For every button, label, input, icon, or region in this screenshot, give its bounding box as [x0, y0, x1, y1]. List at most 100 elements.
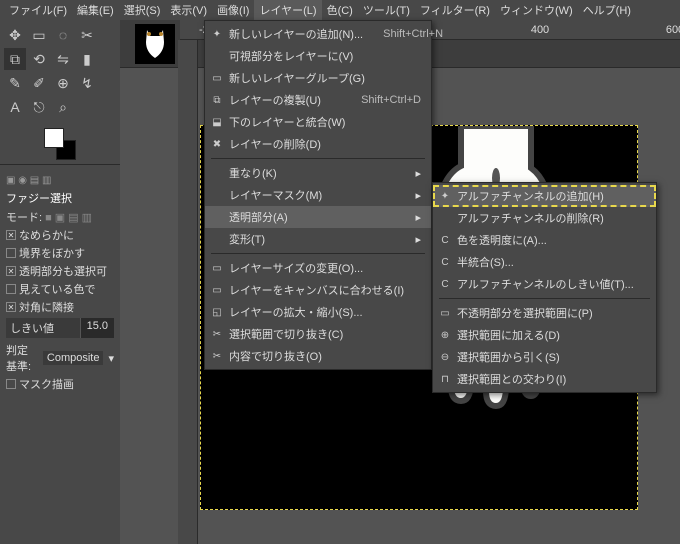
submenu-arrow-icon: ▸ — [395, 233, 421, 246]
menu-item[interactable]: ✖レイヤーの削除(D) — [205, 133, 431, 155]
menu-item: ✂ 選択範囲で切り抜き(C) — [205, 323, 431, 345]
option-checkbox[interactable]: 見えている色で — [6, 280, 114, 298]
path-tool[interactable]: ↯ — [76, 72, 98, 94]
menu-item[interactable]: 変形(T) ▸ — [205, 228, 431, 250]
menu-icon: ▭ — [210, 285, 224, 296]
menu-5[interactable]: レイヤー(L) — [254, 0, 321, 20]
brush-tool[interactable]: ✎ — [4, 72, 26, 94]
menu-item[interactable]: レイヤーマスク(M) ▸ — [205, 184, 431, 206]
menu-3[interactable]: 表示(V) — [165, 0, 212, 20]
menu-label: レイヤーの複製(U) — [229, 92, 321, 108]
cut-tool[interactable]: ✂ — [76, 24, 98, 46]
menu-8[interactable]: フィルター(R) — [415, 0, 495, 20]
submenu-arrow-icon: ▸ — [395, 189, 421, 202]
menu-2[interactable]: 選択(S) — [119, 0, 166, 20]
menu-icon: ⊓ — [438, 374, 452, 385]
threshold-input[interactable]: しきい値 15.0 — [6, 318, 114, 338]
menu-icon: ✦ — [438, 191, 452, 202]
transparency-submenu[interactable]: ✦アルファチャンネルの追加(H)アルファチャンネルの削除(R)C色を透明度に(A… — [432, 182, 657, 393]
menu-item: C アルファチャンネルのしきい値(T)... — [433, 273, 656, 295]
menu-icon: ⬓ — [210, 117, 224, 128]
menu-icon: C — [438, 279, 452, 290]
layer-menu[interactable]: ✦新しいレイヤーの追加(N)...Shift+Ctrl+N可視部分をレイヤーに(… — [204, 20, 432, 370]
image-thumbnail[interactable] — [135, 24, 175, 64]
mask-checkbox[interactable]: マスク描画 — [19, 376, 74, 392]
clone-tool[interactable]: ⊕ — [52, 72, 74, 94]
menu-label: 選択範囲に加える(D) — [457, 327, 560, 343]
option-checkbox[interactable]: 境界をぼかす — [6, 244, 114, 262]
menu-item: C半統合(S)... — [433, 251, 656, 273]
option-checkbox[interactable]: ✕対角に隣接 — [6, 298, 114, 316]
menu-label: 変形(T) — [229, 231, 265, 247]
menu-label: 新しいレイヤーグループ(G) — [229, 70, 365, 86]
menu-item[interactable]: ◱レイヤーの拡大・縮小(S)... — [205, 301, 431, 323]
menu-label: アルファチャンネルのしきい値(T)... — [457, 276, 634, 292]
menu-label: 選択範囲で切り抜き(C) — [229, 326, 343, 342]
menu-label: 重なり(K) — [229, 165, 277, 181]
move-tool[interactable]: ✥ — [4, 24, 26, 46]
menu-label: アルファチャンネルの追加(H) — [457, 188, 604, 204]
tool-grid: ✥ ▭ ◌ ✂ ⧉ ⟲ ⇋ ▮ ✎ ✐ ⊕ ↯ A ⎋ ⌕ — [0, 20, 120, 122]
menu-item[interactable]: 可視部分をレイヤーに(V) — [205, 45, 431, 67]
menu-10[interactable]: ヘルプ(H) — [578, 0, 636, 20]
menu-item[interactable]: ⧉ レイヤーの複製(U) Shift+Ctrl+D — [205, 89, 431, 111]
menu-item[interactable]: C 色を透明度に(A)... — [433, 229, 656, 251]
ruler-vertical — [178, 40, 198, 544]
rotate-tool[interactable]: ⟲ — [28, 48, 50, 70]
pencil-tool[interactable]: ✐ — [28, 72, 50, 94]
option-checkbox[interactable]: ✕なめらかに — [6, 226, 114, 244]
menu-item[interactable]: ▭レイヤーサイズの変更(O)... — [205, 257, 431, 279]
menu-item[interactable]: ⊕ 選択範囲に加える(D) — [433, 324, 656, 346]
color-picker-tool[interactable]: ⎋ — [28, 96, 50, 118]
menu-icon: ◱ — [210, 307, 224, 318]
menu-item[interactable]: ⊓選択範囲との交わり(I) — [433, 368, 656, 390]
text-tool[interactable]: A — [4, 96, 26, 118]
menu-icon: ▭ — [210, 263, 224, 274]
zoom-tool[interactable]: ⌕ — [52, 96, 74, 118]
menu-label: 下のレイヤーと統合(W) — [229, 114, 345, 130]
menu-label: レイヤーマスク(M) — [229, 187, 322, 203]
menu-item[interactable]: ✦ アルファチャンネルの追加(H) — [433, 185, 656, 207]
menu-item[interactable]: ▭新しいレイヤーグループ(G) — [205, 67, 431, 89]
submenu-arrow-icon: ▸ — [395, 167, 421, 180]
menu-7[interactable]: ツール(T) — [358, 0, 415, 20]
menu-icon: ⊕ — [438, 330, 452, 341]
menu-label: 不透明部分を選択範囲に(P) — [457, 305, 593, 321]
menu-label: 色を透明度に(A)... — [457, 232, 547, 248]
menu-item[interactable]: ▭ 不透明部分を選択範囲に(P) — [433, 302, 656, 324]
menu-item[interactable]: ✂内容で切り抜き(O) — [205, 345, 431, 367]
menu-0[interactable]: ファイル(F) — [4, 0, 72, 20]
menu-item[interactable]: ⊖ 選択範囲から引く(S) — [433, 346, 656, 368]
fuzzy-select-tool[interactable]: ⧉ — [4, 48, 26, 70]
menu-label: 選択範囲から引く(S) — [457, 349, 560, 365]
menu-icon: ⊖ — [438, 352, 452, 363]
option-checkbox[interactable]: ✕透明部分も選択可 — [6, 262, 114, 280]
menu-item[interactable]: 透明部分(A) ▸ — [205, 206, 431, 228]
criteria-select[interactable]: Composite — [43, 351, 104, 365]
menu-1[interactable]: 編集(E) — [72, 0, 119, 20]
menu-item[interactable]: ▭ レイヤーをキャンバスに合わせる(I) — [205, 279, 431, 301]
menu-icon: ✂ — [210, 329, 224, 340]
menu-label: 内容で切り抜き(O) — [229, 348, 322, 364]
bucket-tool[interactable]: ▮ — [76, 48, 98, 70]
menu-icon: ▭ — [438, 308, 452, 319]
menu-label: レイヤーをキャンバスに合わせる(I) — [229, 282, 404, 298]
menu-item[interactable]: 重なり(K) ▸ — [205, 162, 431, 184]
menu-6[interactable]: 色(C) — [322, 0, 358, 20]
menu-item[interactable]: ✦新しいレイヤーの追加(N)...Shift+Ctrl+N — [205, 23, 431, 45]
foreground-color[interactable] — [44, 128, 64, 148]
flip-tool[interactable]: ⇋ — [52, 48, 74, 70]
menu-4[interactable]: 画像(I) — [212, 0, 254, 20]
menu-9[interactable]: ウィンドウ(W) — [495, 0, 578, 20]
menu-icon: C — [438, 235, 452, 246]
shortcut: Shift+Ctrl+D — [341, 94, 421, 106]
menu-label: 半統合(S)... — [457, 254, 514, 270]
menu-bar[interactable]: ファイル(F)編集(E)選択(S)表示(V)画像(I)レイヤー(L)色(C)ツー… — [0, 0, 680, 20]
submenu-arrow-icon: ▸ — [395, 211, 421, 224]
align-tool[interactable]: ▭ — [28, 24, 50, 46]
toolbox-panel: ✥ ▭ ◌ ✂ ⧉ ⟲ ⇋ ▮ ✎ ✐ ⊕ ↯ A ⎋ ⌕ ▣ ◉ ▤ ▥ ファ… — [0, 20, 120, 544]
select-tool[interactable]: ◌ — [52, 24, 74, 46]
menu-icon: ⧉ — [210, 95, 224, 106]
color-swatch[interactable] — [44, 128, 76, 160]
menu-label: 透明部分(A) — [229, 209, 288, 225]
